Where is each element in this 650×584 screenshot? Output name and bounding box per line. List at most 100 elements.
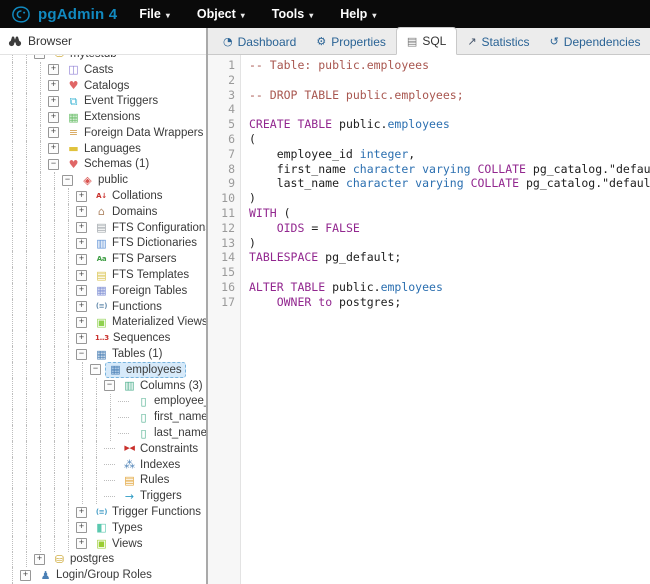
tab-sql[interactable]: ▤SQL: [396, 27, 457, 55]
tree-item-domains[interactable]: + ⌂Domains: [0, 204, 206, 220]
tree-node-first-name[interactable]: ▯first_name: [133, 409, 206, 425]
plus-expander-icon[interactable]: +: [76, 270, 87, 281]
tab-dependencies[interactable]: ↺Dependencies: [540, 29, 650, 54]
tree-item-indexes[interactable]: ⁂Indexes: [0, 457, 206, 473]
tree-node-public[interactable]: ◈public: [77, 172, 132, 188]
tree-node-schemas-1[interactable]: ♥Schemas (1): [63, 156, 153, 172]
plus-expander-icon[interactable]: +: [20, 570, 31, 581]
tree-node-trigger-functions[interactable]: (≡)Trigger Functions: [91, 504, 205, 520]
tree-item-login-group-roles[interactable]: + ♟Login/Group Roles: [0, 567, 206, 583]
sql-code-view[interactable]: 1234567891011121314151617 -- Table: publ…: [208, 55, 650, 584]
menu-tools[interactable]: Tools▾: [272, 7, 313, 21]
plus-expander-icon[interactable]: +: [76, 507, 87, 518]
tree-node-postgres[interactable]: ⛁postgres: [49, 551, 118, 567]
plus-expander-icon[interactable]: +: [48, 127, 59, 138]
tree-node-domains[interactable]: ⌂Domains: [91, 204, 161, 220]
minus-expander-icon[interactable]: −: [76, 349, 87, 360]
tree-item-trigger-functions[interactable]: + (≡)Trigger Functions: [0, 504, 206, 520]
tree-item-fts-configurations[interactable]: + ▤FTS Configurations: [0, 220, 206, 236]
menu-file[interactable]: File▾: [139, 7, 170, 21]
tree-node-casts[interactable]: ◫Casts: [63, 62, 117, 78]
plus-expander-icon[interactable]: +: [76, 222, 87, 233]
tree-node-login-group-roles[interactable]: ♟Login/Group Roles: [35, 567, 156, 583]
tree-node-catalogs[interactable]: ♥Catalogs: [63, 78, 133, 94]
tree-item-extensions[interactable]: + ▦Extensions: [0, 109, 206, 125]
tree-node-foreign-tables[interactable]: ▦Foreign Tables: [91, 283, 191, 299]
minus-expander-icon[interactable]: −: [34, 55, 45, 59]
tree-node-columns-3[interactable]: ▥Columns (3): [119, 378, 206, 394]
tree-item-employees[interactable]: −▦employees: [0, 362, 206, 378]
tree-item-postgres[interactable]: + ⛁postgres: [0, 552, 206, 568]
plus-expander-icon[interactable]: +: [76, 238, 87, 249]
tree-node-last-name[interactable]: ▯last_name: [133, 425, 206, 441]
plus-expander-icon[interactable]: +: [48, 64, 59, 75]
tree-node-functions[interactable]: (≡)Functions: [91, 299, 166, 315]
tree-item-foreign-data-wrappers[interactable]: + ≡Foreign Data Wrappers: [0, 125, 206, 141]
tree-item-types[interactable]: + ◧Types: [0, 520, 206, 536]
tree-node-employee-id[interactable]: ▯employee_id: [133, 393, 206, 409]
tree-item-schemas-1[interactable]: −♥Schemas (1): [0, 157, 206, 173]
tree-item-rules[interactable]: ▤Rules: [0, 473, 206, 489]
tree-item-event-triggers[interactable]: +⧉Event Triggers: [0, 93, 206, 109]
tree-item-fts-templates[interactable]: + ▤FTS Templates: [0, 267, 206, 283]
plus-expander-icon[interactable]: +: [76, 191, 87, 202]
minus-expander-icon[interactable]: −: [90, 364, 101, 375]
plus-expander-icon[interactable]: +: [76, 522, 87, 533]
tree-node-views[interactable]: ▣Views: [91, 536, 146, 552]
minus-expander-icon[interactable]: −: [62, 175, 73, 186]
tree-node-collations[interactable]: A↓Collations: [91, 188, 167, 204]
tree-node-constraints[interactable]: ▶◀Constraints: [119, 441, 202, 457]
tree-item-last-name[interactable]: ▯last_name: [0, 425, 206, 441]
tree-node-fts-parsers[interactable]: AaFTS Parsers: [91, 251, 181, 267]
object-browser-tree[interactable]: −⛁mytestdb+◫Casts+♥Catalogs+⧉Event Trigg…: [0, 55, 206, 584]
tree-item-functions[interactable]: + (≡)Functions: [0, 299, 206, 315]
tree-item-languages[interactable]: + ▬Languages: [0, 141, 206, 157]
plus-expander-icon[interactable]: +: [48, 80, 59, 91]
plus-expander-icon[interactable]: +: [76, 538, 87, 549]
tree-node-foreign-data-wrappers[interactable]: ≡Foreign Data Wrappers: [63, 125, 206, 141]
plus-expander-icon[interactable]: +: [76, 206, 87, 217]
tree-item-public[interactable]: −◈public: [0, 172, 206, 188]
tree-node-fts-configurations[interactable]: ▤FTS Configurations: [91, 220, 206, 236]
menu-object[interactable]: Object▾: [197, 7, 245, 21]
plus-expander-icon[interactable]: +: [76, 285, 87, 296]
tree-item-sequences[interactable]: +1..3Sequences: [0, 330, 206, 346]
tree-node-fts-dictionaries[interactable]: ▥FTS Dictionaries: [91, 235, 201, 251]
tree-item-first-name[interactable]: ▯first_name: [0, 409, 206, 425]
tree-item-materialized-views[interactable]: + ▣Materialized Views: [0, 315, 206, 331]
tree-node-languages[interactable]: ▬Languages: [63, 141, 145, 157]
tree-item-fts-dictionaries[interactable]: + ▥FTS Dictionaries: [0, 236, 206, 252]
plus-expander-icon[interactable]: +: [76, 301, 87, 312]
plus-expander-icon[interactable]: +: [48, 112, 59, 123]
plus-expander-icon[interactable]: +: [48, 96, 59, 107]
tab-statistics[interactable]: ↗Statistics: [457, 29, 539, 54]
tree-item-collations[interactable]: + A↓Collations: [0, 188, 206, 204]
tree-item-constraints[interactable]: ▶◀Constraints: [0, 441, 206, 457]
tree-node-indexes[interactable]: ⁂Indexes: [119, 457, 184, 473]
tree-node-extensions[interactable]: ▦Extensions: [63, 109, 144, 125]
minus-expander-icon[interactable]: −: [48, 159, 59, 170]
tree-node-rules[interactable]: ▤Rules: [119, 472, 173, 488]
tree-node-sequences[interactable]: 1..3Sequences: [91, 330, 174, 346]
tab-dashboard[interactable]: ◔Dashboard: [213, 29, 306, 54]
tree-item-casts[interactable]: + ◫Casts: [0, 62, 206, 78]
tab-properties[interactable]: ⚙Properties: [306, 29, 396, 54]
tree-item-tables-1[interactable]: −▦Tables (1): [0, 346, 206, 362]
plus-expander-icon[interactable]: +: [34, 554, 45, 565]
tree-item-columns-3[interactable]: −▥Columns (3): [0, 378, 206, 394]
tree-item-fts-parsers[interactable]: +AaFTS Parsers: [0, 251, 206, 267]
plus-expander-icon[interactable]: +: [48, 143, 59, 154]
tree-item-views[interactable]: + ▣Views: [0, 536, 206, 552]
tree-item-catalogs[interactable]: + ♥Catalogs: [0, 78, 206, 94]
tree-node-types[interactable]: ◧Types: [91, 520, 147, 536]
tree-node-materialized-views[interactable]: ▣Materialized Views: [91, 314, 206, 330]
tree-item-foreign-tables[interactable]: + ▦Foreign Tables: [0, 283, 206, 299]
plus-expander-icon[interactable]: +: [76, 333, 87, 344]
tree-item-employee-id[interactable]: ▯employee_id: [0, 394, 206, 410]
minus-expander-icon[interactable]: −: [104, 380, 115, 391]
plus-expander-icon[interactable]: +: [76, 317, 87, 328]
tree-node-tables-1[interactable]: ▦Tables (1): [91, 346, 167, 362]
tree-item-triggers[interactable]: →Triggers: [0, 488, 206, 504]
tree-node-fts-templates[interactable]: ▤FTS Templates: [91, 267, 193, 283]
menu-help[interactable]: Help▾: [340, 7, 376, 21]
